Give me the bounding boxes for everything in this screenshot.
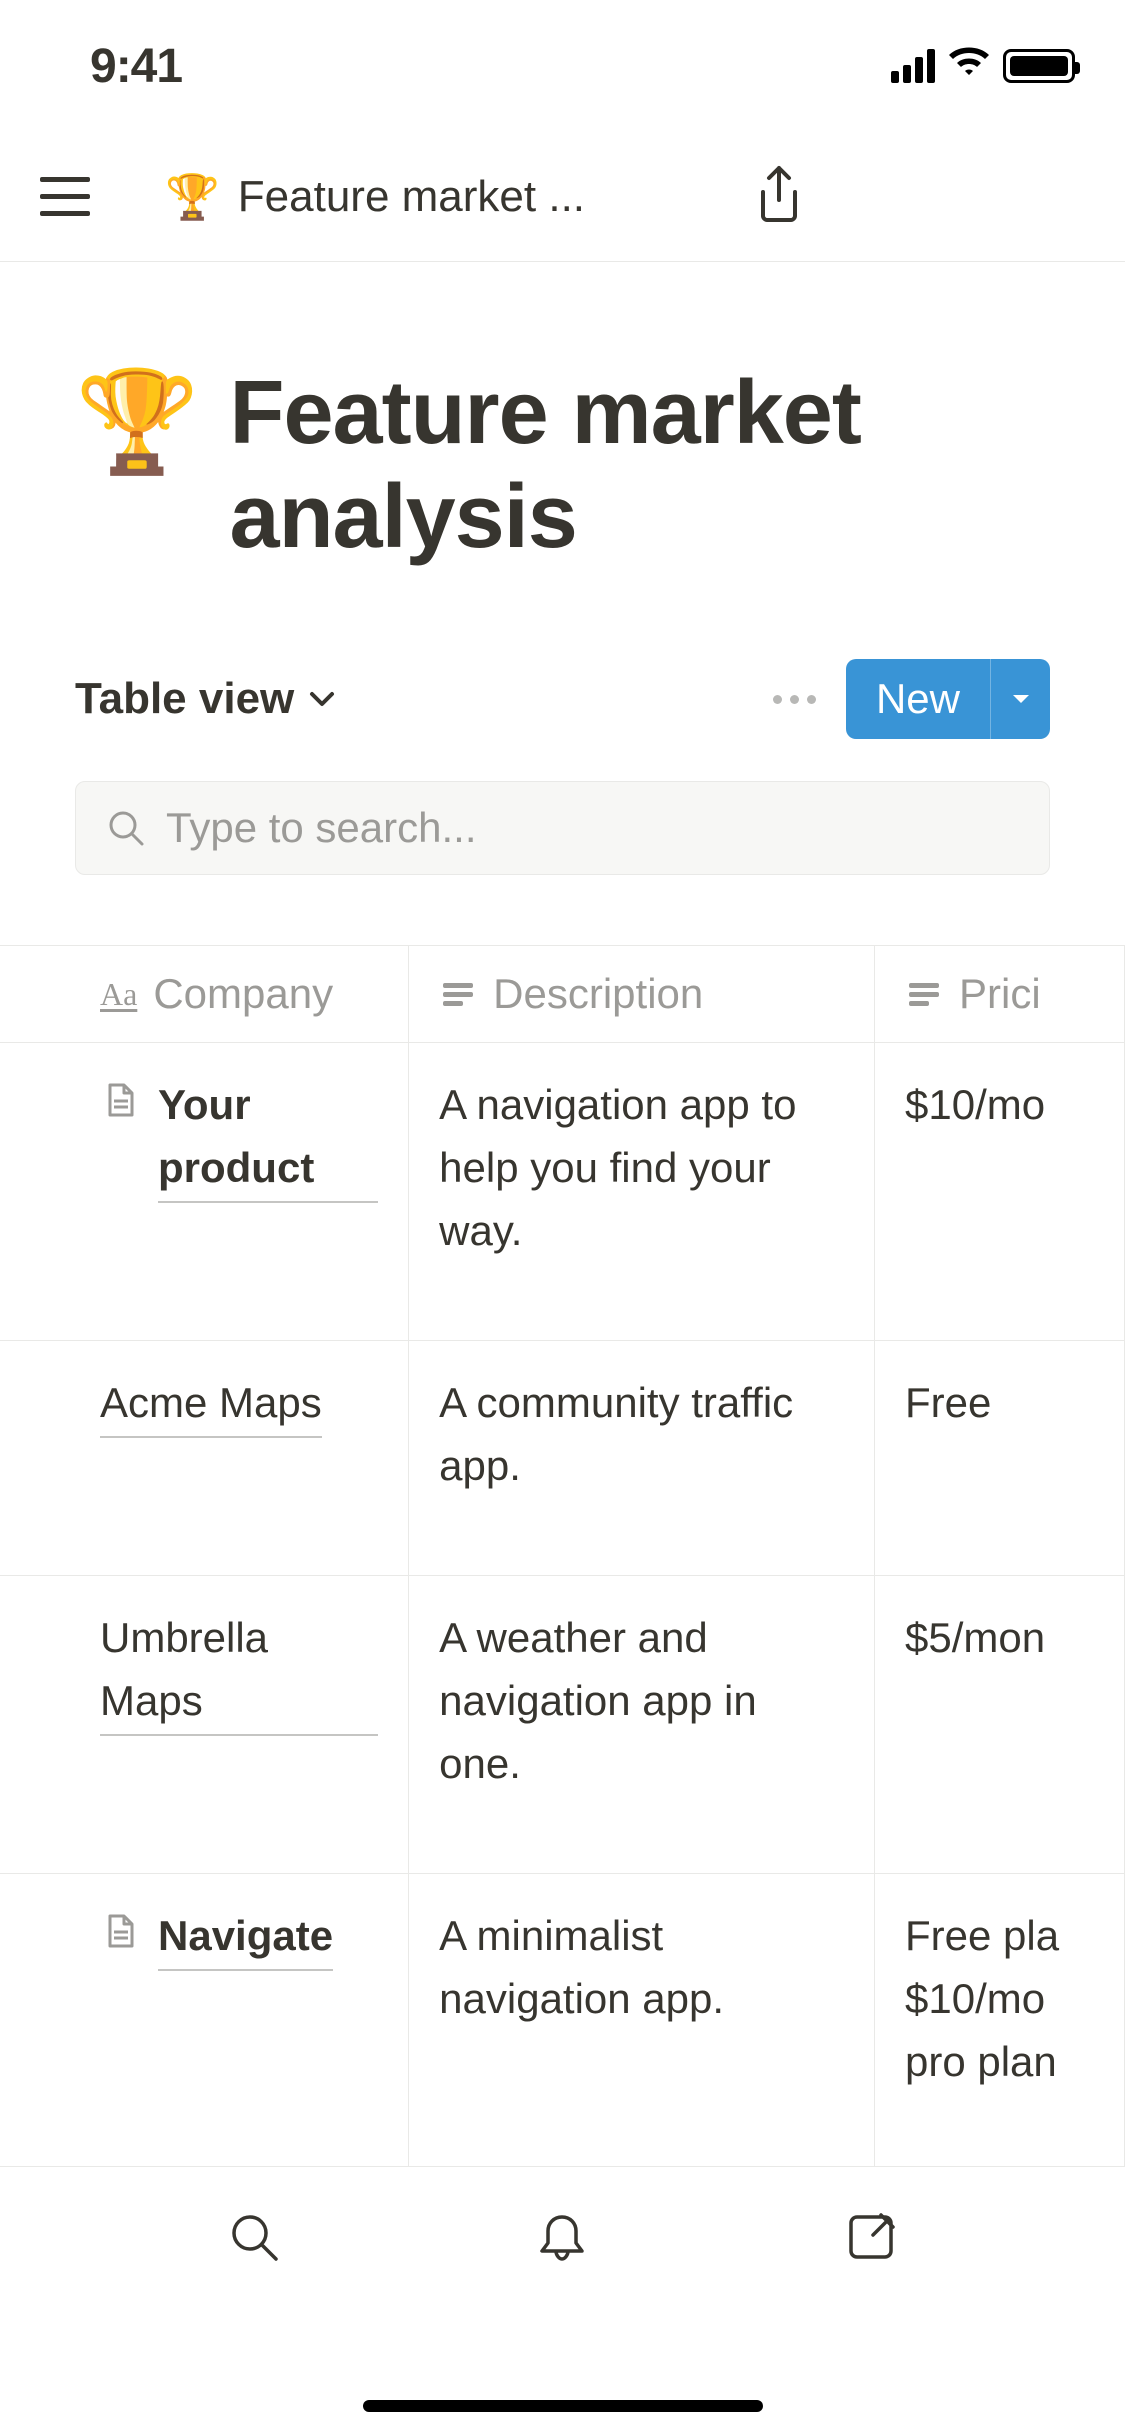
cell-description[interactable]: A minimalist navigation app.	[409, 1874, 875, 2172]
share-button[interactable]	[753, 164, 805, 229]
company-name[interactable]: Navigate	[158, 1904, 333, 1971]
page-icon	[100, 1073, 138, 1136]
column-label: Prici	[959, 970, 1041, 1018]
battery-icon	[1003, 49, 1075, 83]
search-tab-button[interactable]	[224, 2207, 284, 2267]
cell-pricing[interactable]: Free pla $10/mo pro plan	[875, 1874, 1125, 2172]
table-row[interactable]: Acme Maps A community traffic app.Free	[0, 1341, 1125, 1576]
view-selector[interactable]: Table view	[75, 674, 336, 724]
cell-company[interactable]: Umbrella Maps	[0, 1576, 409, 1874]
search-box[interactable]	[75, 781, 1050, 875]
new-button-group: New	[846, 659, 1050, 739]
cell-pricing[interactable]: $5/mon	[875, 1576, 1125, 1874]
company-name[interactable]: Your product	[158, 1073, 378, 1203]
cell-company[interactable]: Your product	[0, 1043, 409, 1341]
notifications-tab-button[interactable]	[532, 2207, 592, 2267]
table-container: Aa Company Description	[0, 945, 1125, 2348]
cell-description[interactable]: A community traffic app.	[409, 1341, 875, 1576]
text-property-icon	[905, 975, 943, 1013]
page-title[interactable]: Feature market analysis	[230, 362, 1050, 569]
column-label: Description	[493, 970, 703, 1018]
title-property-icon: Aa	[100, 976, 137, 1013]
menu-button[interactable]	[40, 169, 95, 224]
company-name[interactable]: Umbrella Maps	[100, 1606, 378, 1736]
cell-description[interactable]: A navigation app to help you find your w…	[409, 1043, 875, 1341]
column-header-company[interactable]: Aa Company	[0, 946, 409, 1043]
cell-pricing[interactable]: $10/mo	[875, 1043, 1125, 1341]
cell-pricing[interactable]: Free	[875, 1341, 1125, 1576]
company-name[interactable]: Acme Maps	[100, 1371, 322, 1438]
new-button[interactable]: New	[846, 659, 990, 739]
view-bar: Table view New	[75, 659, 1050, 739]
table-row[interactable]: Your productA navigation app to help you…	[0, 1043, 1125, 1341]
page-icon	[100, 1904, 138, 1967]
search-input[interactable]	[166, 804, 1019, 852]
page-emoji-icon[interactable]: 🏆	[75, 362, 200, 482]
nav-title: Feature market ...	[238, 172, 585, 222]
table-row[interactable]: Umbrella MapsA weather and navigation ap…	[0, 1576, 1125, 1874]
bottom-bar	[0, 2166, 1125, 2436]
cellular-signal-icon	[891, 49, 935, 83]
search-icon	[106, 808, 146, 848]
home-indicator[interactable]	[363, 2400, 763, 2412]
page-header: 🏆 Feature market analysis	[75, 362, 1050, 569]
chevron-down-icon	[308, 685, 336, 713]
wifi-icon	[947, 47, 991, 86]
status-indicators	[891, 47, 1075, 86]
nav-bar: 🏆 Feature market ...	[0, 132, 1125, 262]
column-header-description[interactable]: Description	[409, 946, 875, 1043]
more-options-button[interactable]	[773, 695, 816, 704]
compose-tab-button[interactable]	[841, 2207, 901, 2267]
view-label: Table view	[75, 674, 294, 724]
status-bar: 9:41	[0, 0, 1125, 132]
status-time: 9:41	[90, 39, 182, 94]
new-dropdown-button[interactable]	[990, 659, 1050, 739]
data-table: Aa Company Description	[0, 945, 1125, 2348]
cell-description[interactable]: A weather and navigation app in one.	[409, 1576, 875, 1874]
cell-company[interactable]: Navigate	[0, 1874, 409, 2172]
column-label: Company	[153, 970, 333, 1018]
text-property-icon	[439, 975, 477, 1013]
cell-company[interactable]: Acme Maps	[0, 1341, 409, 1576]
column-header-pricing[interactable]: Prici	[875, 946, 1125, 1043]
nav-title-wrap[interactable]: 🏆 Feature market ...	[165, 171, 753, 223]
nav-emoji-icon: 🏆	[165, 171, 220, 223]
chevron-down-icon	[1009, 687, 1033, 711]
table-row[interactable]: Navigate A minimalist navigation app.Free…	[0, 1874, 1125, 2172]
